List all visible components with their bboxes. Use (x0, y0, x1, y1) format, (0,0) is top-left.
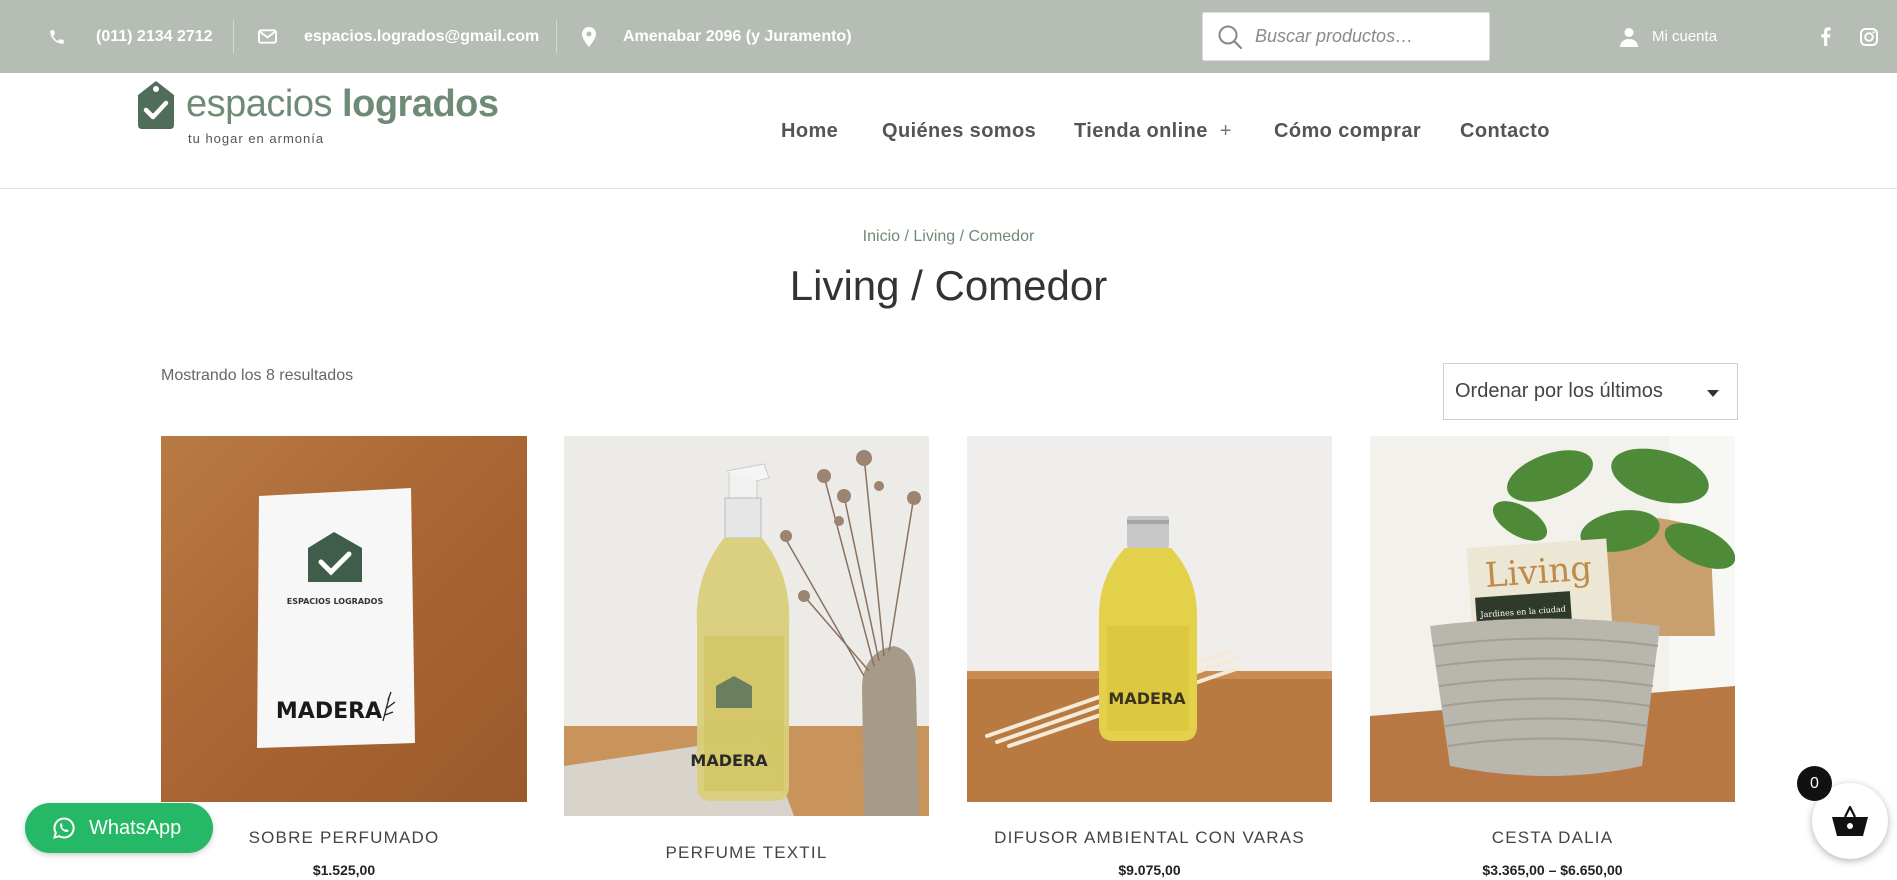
logo-wordmark: espacios logrados (186, 83, 499, 126)
nav-home[interactable]: Home (781, 73, 838, 189)
product-price: $3.365,00 – $6.650,00 (1482, 862, 1623, 878)
nav-quienes-somos-label: Quiénes somos (882, 119, 1037, 142)
whatsapp-label: WhatsApp (89, 816, 182, 839)
nav-contacto[interactable]: Contacto (1460, 73, 1550, 189)
user-icon (1620, 27, 1638, 47)
divider (556, 20, 557, 53)
result-count: Mostrando los 8 resultados (161, 367, 354, 384)
phone-icon (50, 29, 64, 44)
brand-label-text: ESPACIOS LOGRADOS (287, 597, 384, 606)
nav-home-label: Home (781, 119, 839, 142)
logo-wordmark-bold: logrados (342, 83, 499, 125)
logo-tagline: tu hogar en armonía (188, 131, 325, 146)
facebook-icon (1821, 27, 1831, 46)
product-photo-sobre: ESPACIOS LOGRADOS MADERA (161, 436, 527, 802)
product-name[interactable]: CESTA DALIA (1370, 828, 1735, 848)
product-image[interactable]: MADERA (967, 436, 1332, 802)
product-image[interactable]: ESPACIOS LOGRADOS MADERA (161, 436, 527, 802)
account-link[interactable]: Mi cuenta (1620, 0, 1717, 73)
sort-selected-value: Ordenar por los últimos (1455, 380, 1663, 402)
whatsapp-button[interactable]: WhatsApp (25, 803, 213, 853)
nav-contacto-label: Contacto (1460, 119, 1550, 142)
address-text: Amenabar 2096 (y Juramento) (623, 27, 852, 45)
nav-tienda-online-label: Tienda online (1074, 119, 1208, 142)
product-price: $9.075,00 (1118, 862, 1181, 878)
nav-quienes-somos[interactable]: Quiénes somos (882, 73, 1036, 189)
account-label: Mi cuenta (1652, 28, 1718, 45)
map-pin-icon (582, 26, 596, 47)
product-name[interactable]: DIFUSOR AMBIENTAL CON VARAS (967, 828, 1332, 848)
site-header: espacios logrados tu hogar en armonía Ho… (0, 73, 1897, 189)
logo-house-icon (138, 81, 174, 129)
phone-contact[interactable]: (011) 2134 2712 (48, 0, 213, 73)
product-price: $1.525,00 (312, 862, 376, 878)
scent-label-text: MADERA (1108, 689, 1186, 708)
product-name[interactable]: PERFUME TEXTIL (564, 843, 929, 863)
page-title: Living / Comedor (789, 262, 1108, 309)
scent-label-text: MADERA (276, 699, 382, 724)
email-address: espacios.logrados@gmail.com (304, 27, 540, 45)
basket-icon (1832, 805, 1868, 836)
search-icon (1218, 25, 1243, 49)
logo-wordmark-light: espacios (186, 83, 332, 125)
product-name[interactable]: SOBRE PERFUMADO (161, 828, 527, 848)
address-contact[interactable]: Amenabar 2096 (y Juramento) (582, 0, 852, 73)
nav-como-comprar-label: Cómo comprar (1274, 119, 1422, 142)
product-photo-cesta: Living Jardines en la ciudad (1370, 436, 1735, 802)
top-bar: (011) 2134 2712 espacios.logrados@gmail.… (0, 0, 1897, 73)
site-logo[interactable]: espacios logrados tu hogar en armonía (136, 79, 516, 159)
facebook-link[interactable] (1820, 0, 1831, 73)
submenu-plus-icon[interactable]: + (1220, 120, 1232, 143)
product-image[interactable]: MADERA (564, 436, 929, 816)
product-photo-perfume: MADERA (564, 436, 929, 816)
search-input[interactable]: Buscar productos… (1202, 12, 1490, 61)
product-photo-difusor: MADERA (967, 436, 1332, 802)
email-contact[interactable]: espacios.logrados@gmail.com (258, 0, 539, 73)
breadcrumb[interactable]: Inicio / Living / Comedor (0, 228, 1897, 246)
envelope-icon (258, 29, 277, 44)
instagram-icon (1860, 27, 1878, 46)
chevron-down-icon (1707, 390, 1719, 397)
sort-select[interactable]: Ordenar por los últimos (1443, 363, 1738, 420)
magazine-title-text: Living (1484, 549, 1594, 596)
nav-como-comprar[interactable]: Cómo comprar (1274, 73, 1421, 189)
whatsapp-icon (53, 817, 75, 839)
divider (233, 20, 234, 53)
search-placeholder: Buscar productos… (1255, 26, 1414, 46)
scent-label-text: MADERA (690, 751, 768, 770)
cart-count-badge: 0 (1797, 766, 1832, 801)
product-image[interactable]: Living Jardines en la ciudad (1370, 436, 1735, 802)
phone-number: (011) 2134 2712 (96, 27, 213, 45)
nav-tienda-online[interactable]: Tienda online + (1074, 73, 1232, 189)
instagram-link[interactable] (1860, 0, 1878, 73)
